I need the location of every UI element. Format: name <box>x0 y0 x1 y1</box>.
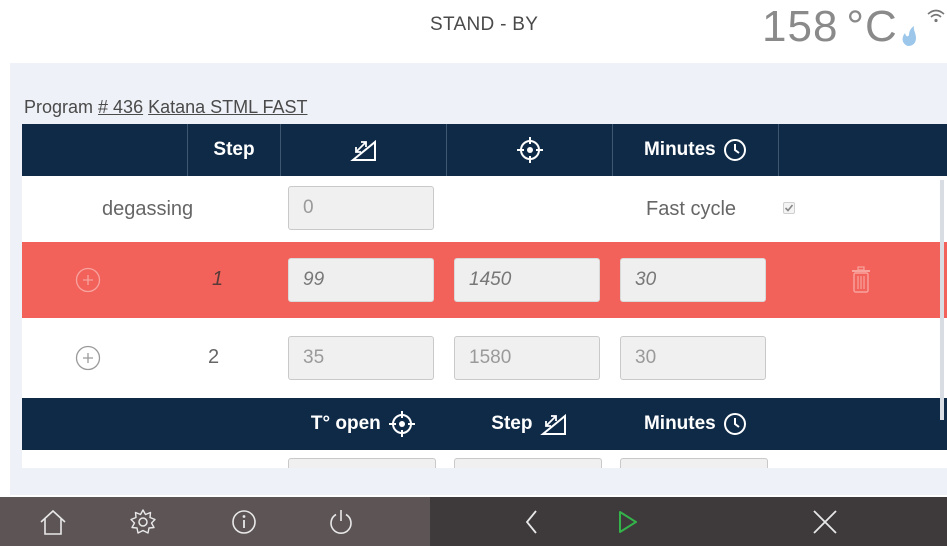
program-number-link[interactable]: # 436 <box>98 97 143 117</box>
header-divider <box>778 124 779 176</box>
bottom-toolbar-left <box>0 497 430 546</box>
degassing-label: degassing <box>102 198 194 220</box>
header-cooling-step: Step <box>447 398 612 450</box>
info-icon <box>232 509 256 534</box>
program-table: Step Minutes degassing 0 Fast cycle 1 99… <box>22 124 947 468</box>
header-target <box>447 124 612 176</box>
step-number: 1 <box>212 268 224 290</box>
cooling-temp-input[interactable] <box>288 458 436 468</box>
status-icons <box>898 8 946 48</box>
close-button[interactable] <box>795 497 855 546</box>
header-cooling-minutes: Minutes <box>613 398 778 450</box>
top-status-bar: STAND - BY 158 °C <box>0 0 947 62</box>
cooling-rate-input[interactable] <box>454 458 602 468</box>
ramp-icon <box>349 139 376 161</box>
start-button[interactable] <box>597 497 657 546</box>
program-name-link[interactable]: Katana STML FAST <box>148 97 307 117</box>
delete-step-icon[interactable] <box>849 266 873 294</box>
rate-input[interactable] <box>288 336 434 380</box>
home-button[interactable] <box>23 497 83 546</box>
temperature-display: 158 °C <box>762 2 898 52</box>
bottom-toolbar-right <box>430 497 947 546</box>
degassing-input[interactable] <box>288 186 434 230</box>
minutes-input[interactable] <box>620 258 766 302</box>
status-text: STAND - BY <box>430 14 539 35</box>
header-cooling-minutes-label: Minutes <box>643 413 716 434</box>
fast-cycle-checkbox[interactable] <box>783 202 795 214</box>
minutes-input[interactable] <box>620 336 766 380</box>
step-number: 2 <box>208 346 220 368</box>
degassing-row: degassing Fast cycle <box>22 176 947 242</box>
cooling-minutes-input[interactable] <box>620 458 768 468</box>
settings-button[interactable] <box>113 497 173 546</box>
power-icon <box>330 509 352 534</box>
rate-input[interactable] <box>288 258 434 302</box>
clock-icon <box>724 138 747 161</box>
play-icon <box>619 510 637 533</box>
temperature-input[interactable] <box>454 336 600 380</box>
scrollbar[interactable] <box>940 180 944 420</box>
header-ramp <box>281 124 446 176</box>
header-t-open-label: T° open <box>310 413 381 434</box>
temperature-unit: °C <box>846 2 898 51</box>
info-button[interactable] <box>214 497 274 546</box>
header-minutes: Minutes <box>613 124 778 176</box>
temperature-value: 158 <box>762 2 839 51</box>
header-cooling-step-label: Step <box>491 413 533 434</box>
add-step-icon[interactable] <box>75 267 101 293</box>
program-prefix: Program <box>24 97 99 117</box>
add-step-icon[interactable] <box>75 345 101 371</box>
gear-icon <box>130 508 156 534</box>
home-icon <box>40 509 66 535</box>
target-icon <box>389 410 416 437</box>
program-title: Program # 436 Katana STML FAST <box>24 97 308 118</box>
header-minutes-label: Minutes <box>643 139 716 160</box>
wifi-icon <box>927 9 945 23</box>
header-step: Step <box>213 139 255 160</box>
step-row[interactable]: 2 <box>22 318 947 398</box>
bottom-toolbar <box>0 497 947 546</box>
target-icon <box>516 136 543 163</box>
close-icon <box>813 509 837 534</box>
clock-icon <box>724 412 747 435</box>
step-row[interactable]: 1 <box>22 242 947 318</box>
temperature-input[interactable] <box>454 258 600 302</box>
power-button[interactable] <box>311 497 371 546</box>
back-button[interactable] <box>502 497 562 546</box>
chevron-left-icon <box>525 509 537 534</box>
fast-cycle-label: Fast cycle <box>646 198 737 220</box>
header-t-open: T° open <box>281 398 446 450</box>
cooling-header: T° open Step Minutes <box>22 398 947 450</box>
table-header: Step Minutes <box>22 124 947 176</box>
ramp-icon <box>539 413 566 435</box>
